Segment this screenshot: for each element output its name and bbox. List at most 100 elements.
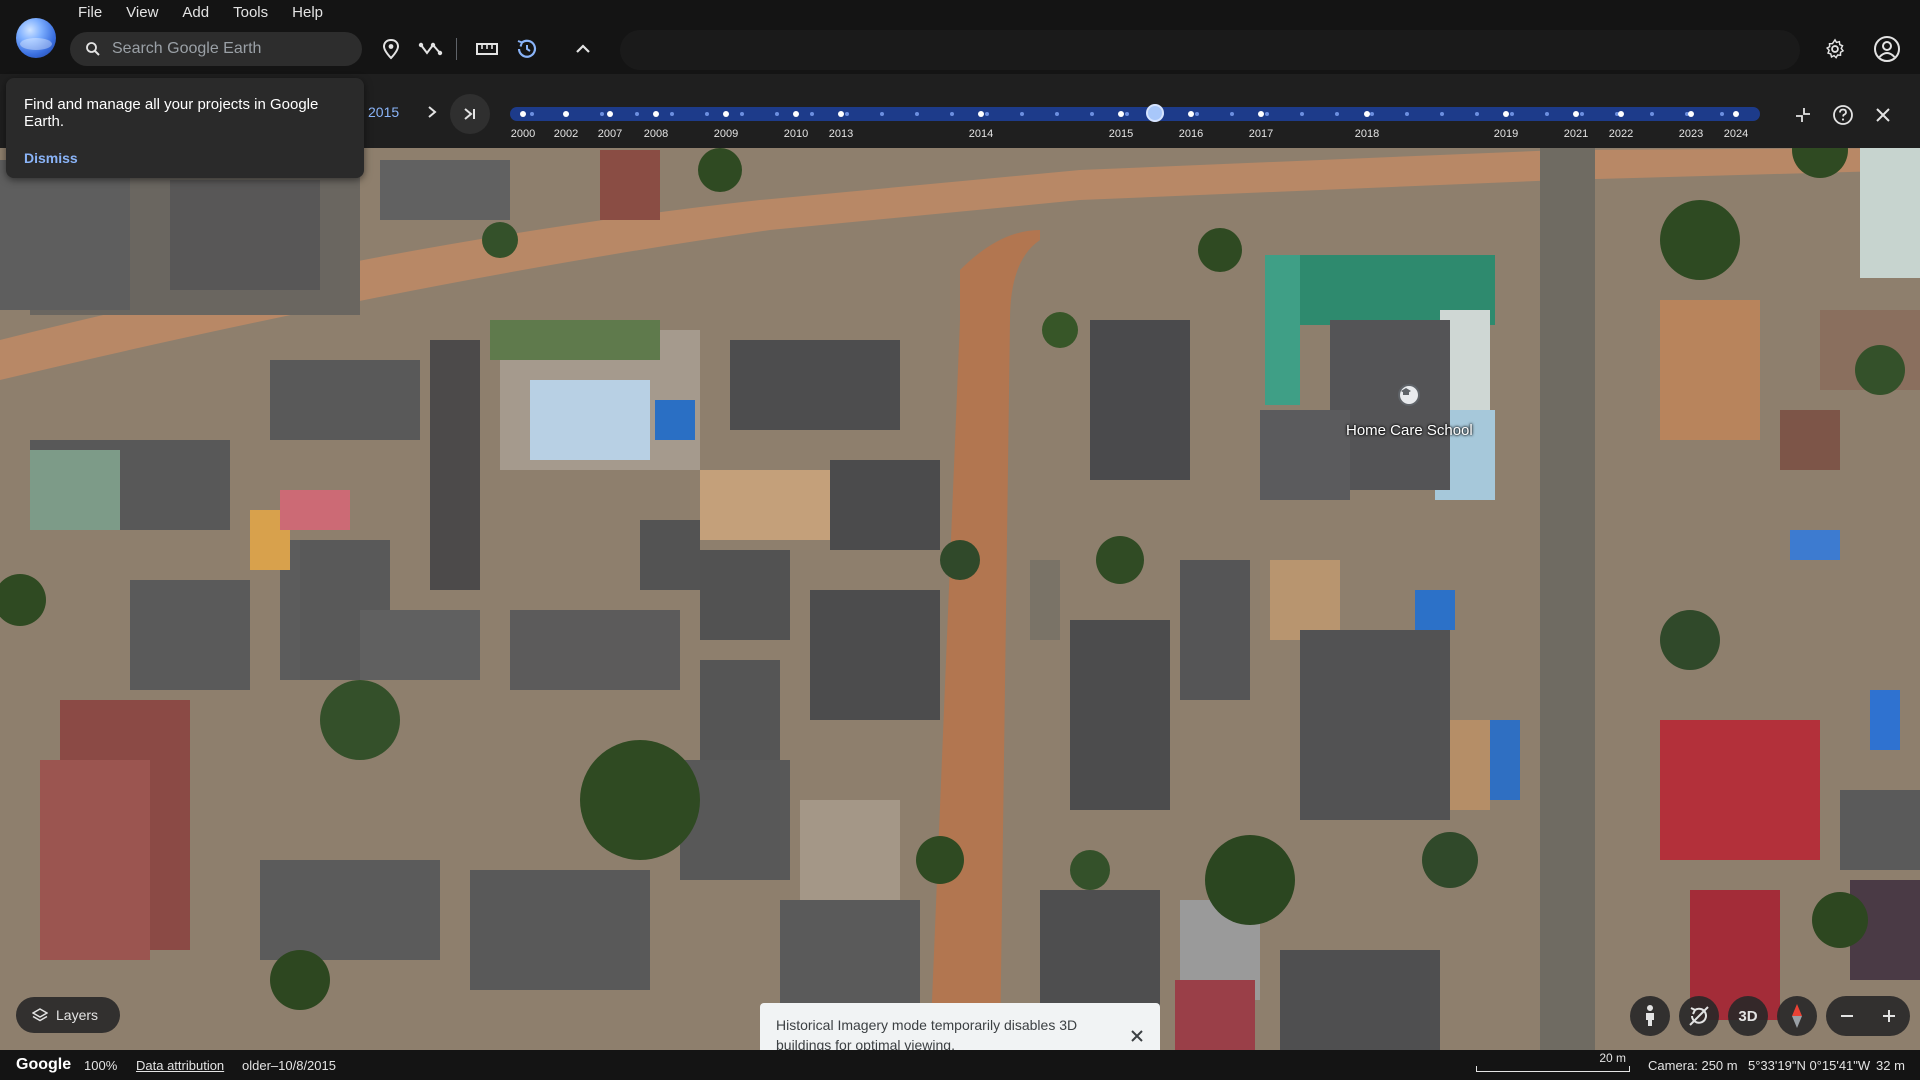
collapse-toolbar-button[interactable]	[570, 36, 596, 62]
timeline-year-marker[interactable]	[1364, 111, 1370, 117]
timeline-year-marker[interactable]	[1258, 111, 1264, 117]
place-label-home-care-school[interactable]: Home Care School	[1346, 422, 1473, 439]
timeline-year-label[interactable]: 2014	[969, 128, 993, 140]
timeline-year-marker[interactable]	[1618, 111, 1624, 117]
timeline-tick	[1475, 112, 1479, 116]
ruler-button[interactable]	[474, 36, 500, 62]
zoom-level: 100%	[84, 1058, 118, 1073]
data-attribution-link[interactable]: Data attribution	[136, 1058, 224, 1073]
search-input[interactable]	[112, 40, 342, 58]
menu-add[interactable]: Add	[170, 1, 221, 25]
timeline-year-label[interactable]: 2019	[1494, 128, 1518, 140]
google-earth-app: Home Care School File View Add Tools Hel…	[0, 0, 1920, 1080]
timeline-slider-thumb[interactable]	[1146, 104, 1164, 122]
popup-message: Find and manage all your projects in Goo…	[24, 96, 319, 130]
path-button[interactable]	[418, 36, 444, 62]
historical-imagery-button[interactable]	[514, 36, 540, 62]
timeline-slider[interactable]	[510, 104, 1760, 122]
timeline-year-label[interactable]: 2024	[1724, 128, 1748, 140]
menu-tools[interactable]: Tools	[221, 1, 280, 25]
compass-button[interactable]	[1777, 996, 1817, 1036]
school-placemark-icon[interactable]	[1398, 384, 1420, 406]
satellite-map[interactable]: Home Care School	[0, 148, 1920, 1050]
timeline-tick	[635, 112, 639, 116]
menu-file[interactable]: File	[66, 1, 114, 25]
search-icon	[86, 42, 100, 56]
zoom-in-icon[interactable]	[1881, 1008, 1897, 1024]
timeline-year-marker[interactable]	[723, 111, 729, 117]
timeline-tick	[845, 112, 849, 116]
dismiss-button[interactable]: Dismiss	[24, 150, 78, 166]
gear-icon	[1825, 38, 1845, 59]
timeline-tick	[1580, 112, 1584, 116]
timeline-year-marker[interactable]	[838, 111, 844, 117]
timeline-year-marker[interactable]	[978, 111, 984, 117]
timeline-year-label[interactable]: 2008	[644, 128, 668, 140]
satellite-imagery[interactable]	[0, 148, 1920, 1050]
timeline-year-marker[interactable]	[1573, 111, 1579, 117]
timeline-tick	[1265, 112, 1269, 116]
timeline-year-label[interactable]: 2000	[511, 128, 535, 140]
timeline-year-label[interactable]: 2021	[1564, 128, 1588, 140]
timeline-year-label[interactable]: 2017	[1249, 128, 1273, 140]
timeline-year-marker[interactable]	[520, 111, 526, 117]
path-icon	[418, 42, 443, 56]
timeline-year-marker[interactable]	[1688, 111, 1694, 117]
timeline-year-label[interactable]: 2010	[784, 128, 808, 140]
menubar: File View Add Tools Help	[0, 0, 1920, 26]
placemark-button[interactable]	[378, 36, 404, 62]
timeline-year-marker[interactable]	[653, 111, 659, 117]
menu-view[interactable]: View	[114, 1, 170, 25]
timeline-year-label[interactable]: 2009	[714, 128, 738, 140]
timeline-tick	[1335, 112, 1339, 116]
timeline-tick	[1440, 112, 1444, 116]
timeline-year-marker[interactable]	[793, 111, 799, 117]
timeline-year-marker[interactable]	[607, 111, 613, 117]
elevation: 32 m	[1876, 1058, 1905, 1073]
rotate-lock-button[interactable]	[1679, 996, 1719, 1036]
google-earth-logo[interactable]	[16, 18, 56, 58]
layers-label: Layers	[56, 1007, 99, 1023]
skip-to-end-icon	[464, 108, 475, 120]
search-box[interactable]	[70, 32, 362, 66]
scale-bar: 20 m	[1476, 1051, 1630, 1074]
timeline-tick	[880, 112, 884, 116]
timeline-year-label[interactable]: 2015	[1109, 128, 1133, 140]
timeline-year-marker[interactable]	[563, 111, 569, 117]
timeline-close-button[interactable]	[1870, 102, 1896, 128]
timeline-tick	[1090, 112, 1094, 116]
timeline-jump-to-latest-button[interactable]	[450, 94, 490, 134]
timeline-year-label[interactable]: 2022	[1609, 128, 1633, 140]
timeline-next-button[interactable]	[420, 100, 444, 124]
toolbar-extension	[620, 30, 1800, 70]
timeline-tick	[1020, 112, 1024, 116]
toast-close-button[interactable]	[1126, 1025, 1148, 1047]
zoom-out-icon[interactable]	[1839, 1008, 1855, 1024]
timeline-year-marker[interactable]	[1118, 111, 1124, 117]
3d-toggle-button[interactable]: 3D	[1728, 996, 1768, 1036]
timeline-tick	[1055, 112, 1059, 116]
timeline-year-label[interactable]: 2023	[1679, 128, 1703, 140]
timeline-year-label[interactable]: 2018	[1355, 128, 1379, 140]
timeline-year-marker[interactable]	[1733, 111, 1739, 117]
pegman-icon	[1646, 1005, 1654, 1026]
rotate-disabled-icon	[1689, 1006, 1709, 1026]
timeline-year-marker[interactable]	[1503, 111, 1509, 117]
compass-icon	[1792, 1004, 1802, 1028]
timeline-year-label[interactable]: 2007	[598, 128, 622, 140]
timeline-year-label[interactable]: 2002	[554, 128, 578, 140]
timeline-tick	[1300, 112, 1304, 116]
timeline-year-marker[interactable]	[1188, 111, 1194, 117]
exit-fullscreen-button[interactable]	[1790, 102, 1816, 128]
menu-help[interactable]: Help	[280, 1, 335, 25]
timeline-tick	[775, 112, 779, 116]
pegman-button[interactable]	[1630, 996, 1670, 1036]
timeline-help-button[interactable]	[1830, 102, 1856, 128]
timeline-year-label[interactable]: 2013	[829, 128, 853, 140]
collapse-icon	[1796, 108, 1810, 122]
timeline-tick	[985, 112, 989, 116]
layers-button[interactable]: Layers	[16, 997, 120, 1033]
timeline-year-label[interactable]: 2016	[1179, 128, 1203, 140]
settings-button[interactable]	[1822, 36, 1848, 62]
account-button[interactable]	[1872, 34, 1902, 64]
